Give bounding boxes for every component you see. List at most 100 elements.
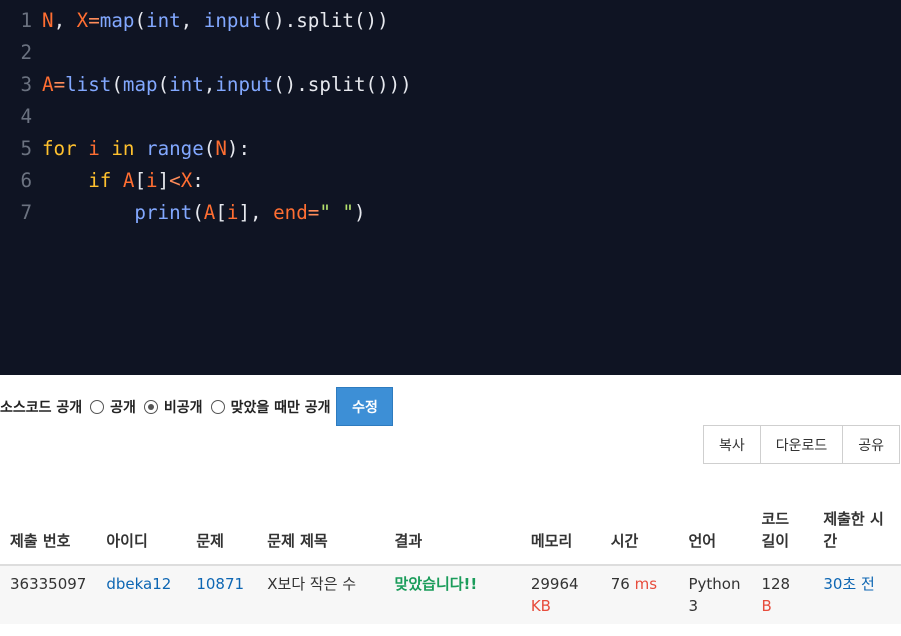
code-token: (	[203, 137, 216, 160]
code-token: (	[157, 73, 170, 96]
code-token: (	[111, 73, 123, 96]
header-memory: 메모리	[520, 504, 601, 566]
code-text: N, X=map(int, input().split())	[42, 5, 389, 37]
header-problem-title: 문제 제목	[257, 504, 385, 566]
code-token: ],	[238, 201, 274, 224]
source-visibility-row: 소스코드 공개 공개 비공개 맞았을 때만 공개 수정	[0, 387, 394, 426]
code-token: A	[122, 169, 135, 192]
code-token: end	[273, 201, 308, 224]
radio-accepted-only[interactable]	[210, 399, 225, 414]
code-line: 5 for i in range(N):	[0, 133, 250, 165]
edit-visibility-button[interactable]: 수정	[336, 387, 394, 426]
line-number: 2	[20, 41, 32, 64]
code-token: " "	[319, 201, 354, 224]
code-text: if A[i]<X:	[42, 165, 204, 197]
visibility-option-label: 공개	[110, 399, 136, 416]
code-text: for i in range(N):	[42, 133, 250, 165]
time-unit: ms	[634, 575, 658, 593]
code-text: A=list(map(int,input().split()))	[42, 69, 412, 101]
code-editor[interactable]: 1 N, X=map(int, input().split()) 2 3 A=list(…	[0, 0, 901, 375]
header-code-length: 코드 길이	[751, 504, 814, 566]
submission-table: 제출 번호 아이디 문제 문제 제목 결과 메모리 시간 언어 코드 길이 제출…	[0, 504, 901, 624]
code-token: ):	[226, 137, 251, 160]
header-time: 시간	[600, 504, 679, 566]
code-token: [	[215, 201, 227, 224]
code-token: in	[111, 137, 135, 160]
code-token: X	[180, 169, 193, 192]
code-line: 7 print(A[i], end=" ")	[0, 197, 366, 229]
submitted-time-link[interactable]: 30초 전	[823, 575, 874, 593]
copy-button[interactable]: 복사	[702, 425, 761, 464]
code-length-value: 128	[761, 575, 791, 593]
code-token: <	[169, 169, 181, 192]
code-token: )	[353, 201, 366, 224]
memory-unit: KB	[530, 597, 551, 615]
code-token: if	[88, 169, 112, 192]
code-token: (	[192, 201, 204, 224]
code-token: map	[122, 73, 158, 96]
code-line: 2	[0, 37, 42, 69]
line-number: 1	[20, 9, 32, 32]
cell-time: 76 ms	[600, 564, 679, 624]
code-token: ,	[53, 9, 77, 32]
code-token: i	[146, 169, 158, 192]
code-line: 1 N, X=map(int, input().split())	[0, 5, 389, 37]
code-token: N	[215, 137, 227, 160]
code-token: ]	[157, 169, 170, 192]
code-token: list	[65, 73, 112, 96]
line-number: 4	[20, 105, 32, 128]
code-token: X	[76, 9, 89, 32]
line-number: 6	[20, 169, 32, 192]
code-length-unit: B	[761, 597, 772, 615]
cell-submission-no: 36335097	[0, 564, 97, 624]
line-number: 7	[20, 201, 32, 224]
code-token: (	[134, 9, 147, 32]
code-token: A	[42, 73, 54, 96]
code-token: for	[42, 137, 77, 160]
code-token: range	[146, 137, 204, 160]
code-token: =	[53, 73, 66, 96]
cell-language: Python 3	[678, 564, 752, 624]
visibility-option-accepted-only[interactable]: 맞았을 때만 공개	[203, 397, 331, 417]
header-language: 언어	[678, 504, 752, 566]
header-user-id: 아이디	[96, 504, 187, 566]
header-problem: 문제	[186, 504, 258, 566]
code-text: print(A[i], end=" ")	[42, 197, 366, 229]
code-token: ,	[203, 73, 216, 96]
user-id-link[interactable]: dbeka12	[106, 575, 171, 593]
share-button[interactable]: 공유	[842, 425, 900, 464]
code-token: ().split())	[261, 9, 389, 32]
table-header-row: 제출 번호 아이디 문제 문제 제목 결과 메모리 시간 언어 코드 길이 제출…	[0, 504, 901, 566]
visibility-option-private[interactable]: 비공개	[136, 397, 203, 417]
radio-public[interactable]	[90, 399, 105, 414]
code-token: int	[169, 73, 204, 96]
code-token: ().split()))	[273, 73, 412, 96]
code-token: =	[307, 201, 320, 224]
code-token: int	[146, 9, 181, 32]
code-line: 4	[0, 101, 42, 133]
header-result: 결과	[384, 504, 521, 566]
code-line: 3 A=list(map(int,input().split()))	[0, 69, 412, 101]
source-visibility-label: 소스코드 공개	[0, 399, 83, 416]
visibility-option-label: 맞았을 때만 공개	[230, 399, 331, 416]
problem-link[interactable]: 10871	[196, 575, 244, 593]
radio-private[interactable]	[143, 399, 158, 414]
code-line: 6 if A[i]<X:	[0, 165, 204, 197]
code-token: input	[215, 73, 274, 96]
result-status: 맞았습니다!!	[394, 575, 478, 593]
code-token: :	[192, 169, 204, 192]
visibility-option-public[interactable]: 공개	[82, 397, 136, 417]
download-button[interactable]: 다운로드	[759, 425, 844, 464]
table-row: 36335097 dbeka12 10871 X보다 작은 수 맞았습니다!! …	[0, 564, 901, 624]
header-submitted-at: 제출한 시간	[813, 504, 901, 566]
code-token: [	[134, 169, 147, 192]
line-number: 3	[20, 73, 32, 96]
cell-code-length: 128 B	[751, 564, 814, 624]
code-token: N	[42, 9, 54, 32]
